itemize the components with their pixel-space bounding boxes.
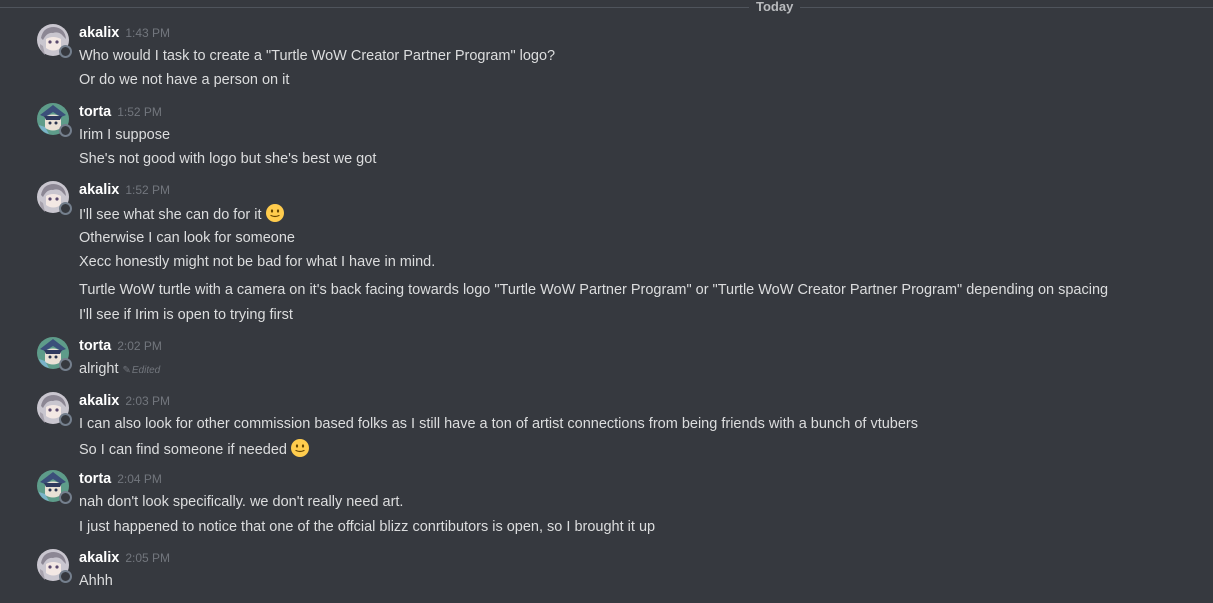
status-offline-icon	[59, 570, 72, 583]
username[interactable]: torta	[79, 104, 111, 120]
slight-smile-emoji-icon[interactable]	[290, 438, 310, 458]
avatar[interactable]	[37, 337, 72, 371]
message-text: I just happened to notice that one of th…	[79, 519, 656, 535]
timestamp: 2:02 PM	[117, 339, 162, 353]
message-text-content: alright	[79, 361, 119, 377]
username[interactable]: akalix	[79, 393, 119, 409]
message-text: So I can find someone if needed	[79, 438, 310, 460]
username[interactable]: torta	[79, 338, 111, 354]
username[interactable]: akalix	[79, 182, 119, 198]
timestamp: 2:04 PM	[117, 472, 162, 486]
timestamp: 1:52 PM	[125, 183, 171, 197]
message-header: akalix 2:05 PM	[79, 549, 170, 567]
message-text: alright ✎Edited	[79, 359, 160, 381]
slight-smile-emoji-icon[interactable]	[265, 203, 285, 223]
avatar[interactable]	[37, 549, 72, 583]
username[interactable]: akalix	[79, 550, 119, 566]
avatar[interactable]	[37, 470, 72, 504]
date-divider-label: Today	[749, 0, 801, 14]
message-header: torta 2:02 PM	[79, 337, 162, 355]
avatar[interactable]	[37, 103, 72, 137]
chat-messages: Today akalix 1:43 PM Who would I task to …	[0, 0, 1213, 603]
message-text: I'll see what she can do for it	[79, 203, 285, 225]
date-divider-line	[0, 7, 1213, 8]
message-text: I'll see if Irim is open to trying first	[79, 307, 293, 323]
status-offline-icon	[59, 413, 72, 426]
message-text: Irim I suppose	[79, 127, 171, 143]
message-text: nah don't look specifically. we don't re…	[79, 494, 404, 510]
username[interactable]: akalix	[79, 25, 119, 41]
status-offline-icon	[59, 491, 72, 504]
message-header: torta 2:04 PM	[79, 470, 162, 488]
message-text: Otherwise I can look for someone	[79, 230, 295, 246]
message-text: She's not good with logo but she's best …	[79, 151, 377, 167]
message-text-content: So I can find someone if needed	[79, 442, 287, 458]
timestamp: 1:52 PM	[117, 105, 162, 119]
status-offline-icon	[59, 124, 72, 137]
timestamp: 2:03 PM	[125, 394, 171, 408]
timestamp: 1:43 PM	[125, 26, 171, 40]
edited-indicator: ✎Edited	[123, 365, 161, 376]
status-offline-icon	[59, 45, 72, 58]
avatar[interactable]	[37, 24, 72, 58]
username[interactable]: torta	[79, 471, 111, 487]
message-text: Who would I task to create a "Turtle WoW…	[79, 48, 556, 64]
message-text: Ahhh	[79, 573, 113, 589]
message-text: Or do we not have a person on it	[79, 72, 290, 88]
pencil-icon: ✎	[122, 365, 131, 376]
message-text: Xecc honestly might not be bad for what …	[79, 254, 436, 270]
status-offline-icon	[59, 202, 72, 215]
message-text-content: I'll see what she can do for it	[79, 207, 262, 223]
status-offline-icon	[59, 358, 72, 371]
timestamp: 2:05 PM	[125, 551, 171, 565]
edited-label: Edited	[131, 365, 161, 376]
message-header: akalix 2:03 PM	[79, 392, 170, 410]
avatar[interactable]	[37, 392, 72, 426]
avatar[interactable]	[37, 181, 72, 215]
message-header: torta 1:52 PM	[79, 103, 162, 121]
message-header: akalix 1:52 PM	[79, 181, 170, 199]
message-text: I can also look for other commission bas…	[79, 416, 919, 432]
message-text: Turtle WoW turtle with a camera on it's …	[79, 282, 1109, 298]
message-header: akalix 1:43 PM	[79, 24, 170, 42]
